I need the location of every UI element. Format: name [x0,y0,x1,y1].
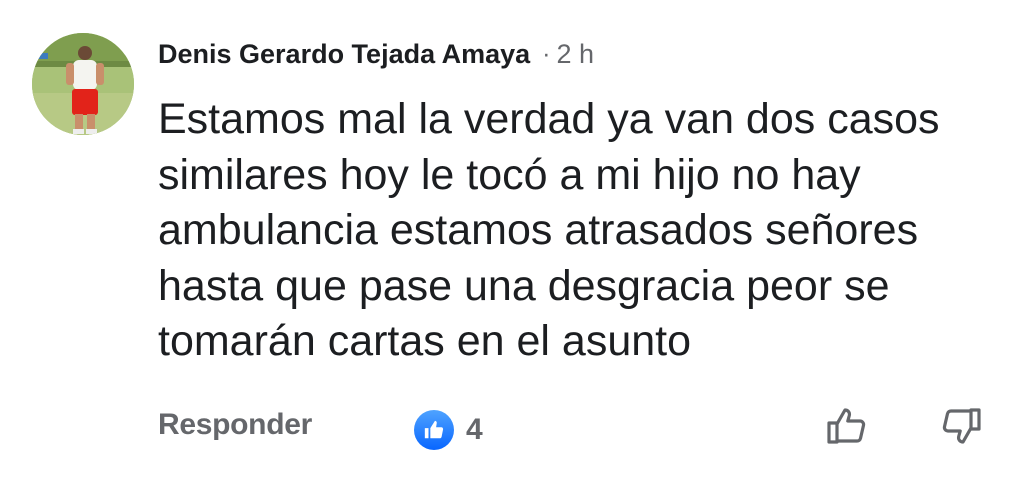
comment-text-line: Estamos mal la verdad ya van dos casos [158,95,940,143]
comment-text-line: ambulancia estamos atrasados señores [158,206,919,254]
reply-button[interactable]: Responder [158,408,312,442]
comment-header: Denis Gerardo Tejada Amaya · 2 h [158,36,594,72]
comment-text: Estamos mal la verdad ya van dos casos s… [158,92,998,370]
comment-text-line: similares hoy le tocó a mi hijo no hay [158,150,861,199]
comment-text-line: hasta que pase una desgracia peor se [158,261,890,310]
upvote-button[interactable] [822,402,870,450]
like-reaction-icon [414,410,454,450]
comment-text-line: tomarán cartas en el asunto [158,317,692,365]
thumbs-up-outline-icon [827,408,866,444]
reaction-count: 4 [466,413,483,446]
avatar-photo [32,33,134,135]
separator-dot: · [542,39,551,68]
timestamp[interactable]: 2 h [556,39,594,70]
comment: Denis Gerardo Tejada Amaya · 2 h Estamos… [0,0,1024,478]
author-name[interactable]: Denis Gerardo Tejada Amaya [158,39,530,70]
downvote-button[interactable] [938,402,986,450]
avatar[interactable] [32,33,134,135]
reaction-summary[interactable]: 4 [414,410,483,450]
thumbs-down-outline-icon [942,408,981,444]
